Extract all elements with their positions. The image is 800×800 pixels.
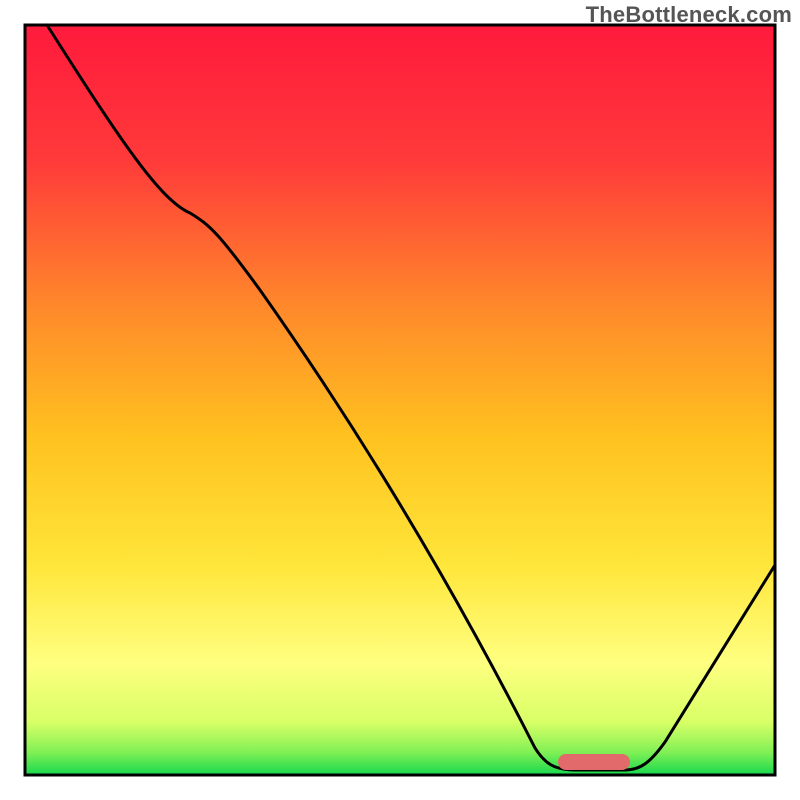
optimal-range-marker	[558, 754, 630, 770]
watermark-text: TheBottleneck.com	[586, 2, 792, 28]
plot-background	[25, 25, 775, 775]
bottleneck-chart	[0, 0, 800, 800]
